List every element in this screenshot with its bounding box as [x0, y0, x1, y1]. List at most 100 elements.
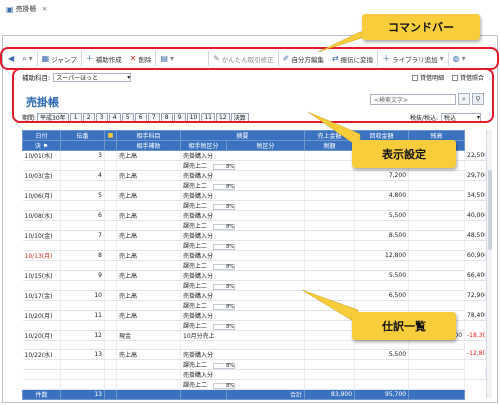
cell-blank[interactable]: [116, 320, 181, 331]
cell-tax[interactable]: [304, 150, 356, 161]
cell-memo[interactable]: 売掛購入分: [180, 369, 306, 380]
cell-no[interactable]: 3: [60, 150, 105, 161]
cell-account[interactable]: 売上高: [116, 290, 181, 301]
cell-memo[interactable]: 売掛購入分: [180, 310, 306, 321]
cell-balance[interactable]: 66,400: [464, 270, 486, 281]
cell-no[interactable]: 12: [60, 330, 105, 341]
cell-blank[interactable]: [22, 379, 61, 390]
cell-no[interactable]: 6: [60, 210, 105, 221]
cell-blank[interactable]: [22, 300, 61, 311]
cell-blank[interactable]: [60, 300, 105, 311]
col-memo[interactable]: 摘要: [179, 130, 306, 141]
table-row-sub[interactable]: [22, 340, 486, 350]
cell-blank[interactable]: [116, 220, 181, 231]
cell-account[interactable]: 売上高: [116, 230, 181, 241]
cell-balance[interactable]: 78,400: [464, 310, 486, 321]
cell-blank[interactable]: [22, 280, 61, 291]
cell-blank[interactable]: [22, 320, 61, 331]
cell-balance[interactable]: -12,800: [464, 349, 486, 360]
cell-blank[interactable]: [408, 340, 466, 350]
cell-blank[interactable]: [116, 280, 181, 291]
cell-date[interactable]: 10/17(金): [22, 290, 61, 301]
cell-account[interactable]: 現金: [116, 330, 181, 341]
cell-blank[interactable]: [104, 300, 117, 311]
cell-blank[interactable]: [116, 340, 181, 350]
cell-no[interactable]: [60, 369, 105, 380]
cell-balance[interactable]: 60,900: [464, 250, 486, 261]
cell-tax[interactable]: [304, 250, 356, 261]
cell-account[interactable]: 売上高: [116, 190, 181, 201]
cell-memo[interactable]: 売掛購入分: [180, 150, 306, 161]
cell-blank[interactable]: [60, 180, 105, 191]
cell-collect[interactable]: [408, 369, 466, 380]
table-row-sub[interactable]: 課売上二 8%: [22, 220, 486, 231]
cell-blank[interactable]: [304, 260, 356, 271]
cell-memo2[interactable]: 課売上二 8%: [180, 240, 306, 251]
cell-no[interactable]: 13: [60, 349, 105, 360]
cell-memo2[interactable]: 課売上二 8%: [180, 379, 306, 390]
cell-blank[interactable]: [304, 379, 356, 390]
cell-blank[interactable]: [116, 180, 181, 191]
cell-memo2[interactable]: 課売上二 8%: [180, 200, 306, 211]
table-row-sub[interactable]: 課売上二 8%: [22, 379, 486, 390]
cell-memo[interactable]: 売掛購入分: [180, 349, 306, 360]
table-row-sub[interactable]: 課売上二 8%: [22, 300, 486, 311]
cell-memo[interactable]: 売掛購入分: [180, 250, 306, 261]
cell-balance[interactable]: 29,700: [464, 170, 486, 181]
cell-blank[interactable]: [22, 220, 61, 231]
close-tab-icon[interactable]: ×: [42, 5, 48, 13]
cell-no[interactable]: 5: [60, 190, 105, 201]
table-row[interactable]: 10/10(金)7 売上高売掛購入分 8,500 48,500: [22, 230, 486, 241]
cell-sales[interactable]: 5,500: [354, 270, 410, 281]
table-row-sub[interactable]: 課売上二 8%: [22, 359, 486, 370]
cell-blank[interactable]: [304, 180, 356, 191]
cell-blank[interactable]: [22, 260, 61, 271]
cell-blank[interactable]: [408, 240, 466, 251]
cell-flag[interactable]: [104, 250, 117, 261]
cell-blank[interactable]: [60, 320, 105, 331]
cell-blank[interactable]: [104, 160, 117, 171]
cell-sales[interactable]: 7,200: [354, 170, 410, 181]
cell-blank[interactable]: [354, 220, 410, 231]
table-row[interactable]: 売掛購入分: [22, 369, 486, 380]
cell-tax[interactable]: [304, 210, 356, 221]
table-row-sub[interactable]: 課売上二 8%: [22, 240, 486, 251]
cell-collect[interactable]: [408, 250, 466, 261]
table-row[interactable]: 10/15(水)9 売上高売掛購入分 5,500 66,400: [22, 270, 486, 281]
cell-blank[interactable]: [354, 180, 410, 191]
cell-flag[interactable]: [104, 170, 117, 181]
cell-date[interactable]: 10/22(水): [22, 349, 61, 360]
cell-account[interactable]: 売上高: [116, 210, 181, 221]
cell-blank[interactable]: [22, 180, 61, 191]
table-row[interactable]: 10/06(月)5 売上高売掛購入分 4,800 34,500: [22, 190, 486, 201]
cell-blank[interactable]: [60, 160, 105, 171]
col-close[interactable]: 決 ⚑: [22, 140, 61, 151]
cell-memo[interactable]: 売掛購入分: [180, 210, 306, 221]
cell-blank[interactable]: [116, 240, 181, 251]
cell-memo2[interactable]: [180, 340, 306, 350]
cell-collect[interactable]: [408, 230, 466, 241]
cell-memo[interactable]: 売掛購入分: [180, 270, 306, 281]
cell-blank[interactable]: [116, 200, 181, 211]
cell-blank[interactable]: [60, 220, 105, 231]
table-row-sub[interactable]: 課売上二 8%: [22, 260, 486, 271]
cell-blank[interactable]: [60, 280, 105, 291]
cell-date[interactable]: 10/15(水): [22, 270, 61, 281]
cell-sales[interactable]: 12,800: [354, 250, 410, 261]
cell-blank[interactable]: [304, 160, 356, 171]
col-account[interactable]: 相手科目: [116, 130, 181, 141]
cell-blank[interactable]: [104, 320, 117, 331]
cell-no[interactable]: 7: [60, 230, 105, 241]
cell-no[interactable]: 10: [60, 290, 105, 301]
cell-tax[interactable]: [304, 170, 356, 181]
cell-blank[interactable]: [116, 359, 181, 370]
cell-blank[interactable]: [408, 379, 466, 390]
cell-blank[interactable]: [22, 359, 61, 370]
table-row[interactable]: 10/08(水)6 売上高売掛購入分 5,500 40,000: [22, 210, 486, 221]
cell-blank[interactable]: [304, 359, 356, 370]
cell-collect[interactable]: [408, 210, 466, 221]
cell-blank[interactable]: [116, 379, 181, 390]
cell-blank[interactable]: [354, 359, 410, 370]
cell-date[interactable]: 10/08(水): [22, 210, 61, 221]
cell-account[interactable]: 売上高: [116, 250, 181, 261]
